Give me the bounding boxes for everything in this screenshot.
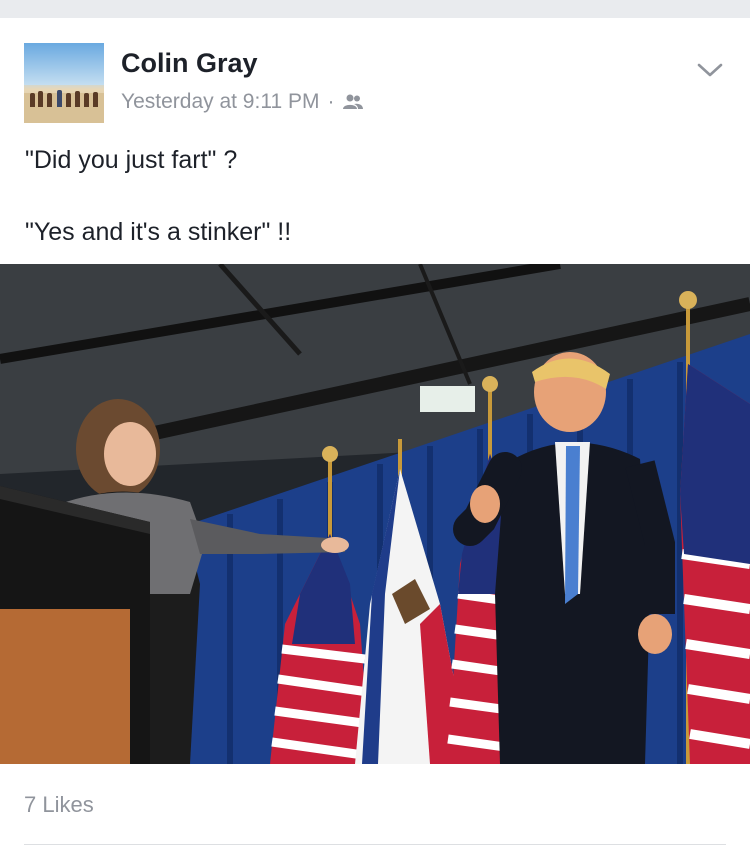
post-timestamp[interactable]: Yesterday at 9:11 PM [121, 90, 319, 114]
post-photo[interactable] [0, 264, 750, 764]
author-name[interactable]: Colin Gray [121, 48, 258, 79]
feed-separator [0, 0, 750, 18]
likes-count[interactable]: 7 Likes [24, 792, 94, 818]
meta-separator: · [327, 90, 335, 113]
photo-illustration [0, 264, 750, 764]
friends-icon[interactable] [342, 93, 364, 111]
post-line: "Did you just fart" ? [25, 146, 238, 174]
author-avatar[interactable] [24, 43, 104, 123]
action-divider [24, 844, 726, 845]
chevron-down-icon[interactable] [697, 60, 723, 80]
post-message: "Did you just fart" ? "Yes and it's a st… [25, 142, 291, 250]
feed-post: Colin Gray Yesterday at 9:11 PM · "Did y… [0, 18, 750, 848]
post-line: "Yes and it's a stinker" !! [25, 218, 292, 246]
post-meta: Yesterday at 9:11 PM · [121, 90, 364, 114]
